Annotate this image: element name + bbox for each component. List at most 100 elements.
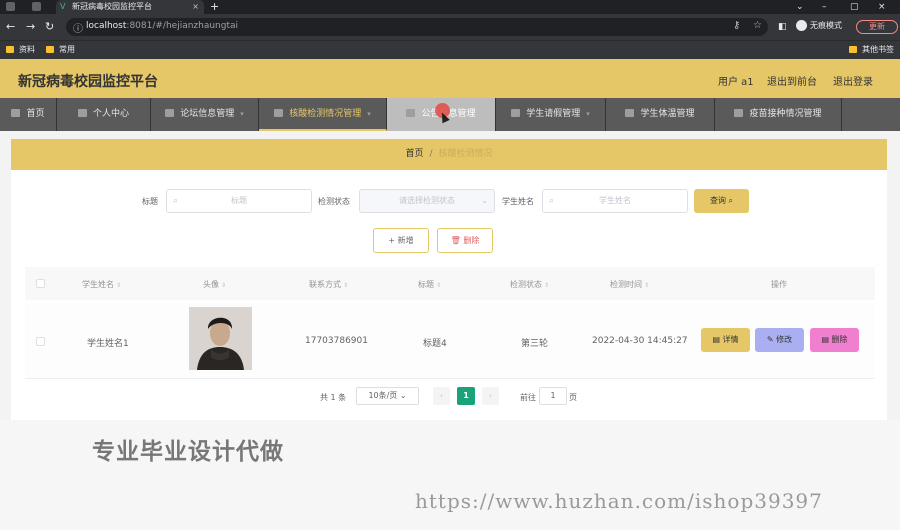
edit-button[interactable]: ✎ 修改 xyxy=(755,328,804,352)
title-search-input[interactable]: ⌕ 标题 xyxy=(166,189,312,213)
student-avatar xyxy=(189,307,252,370)
new-tab-button[interactable]: + xyxy=(210,0,219,14)
nav-item-profile[interactable]: 个人中心 xyxy=(57,98,151,131)
bookmarks-bar: 资料 常用 其他书签 xyxy=(0,40,900,59)
chevron-down-icon: ⌄ xyxy=(399,391,407,400)
select-all-checkbox[interactable] xyxy=(36,279,45,288)
breadcrumb-current: 核酸检测情况 xyxy=(438,149,493,159)
test-icon xyxy=(274,109,284,117)
header-time[interactable]: 检测时间 ⇕ xyxy=(610,279,649,290)
nav-item-vaccine[interactable]: 疫苗接种情况管理 xyxy=(715,98,842,131)
chevron-down-icon: ▾ xyxy=(586,110,590,118)
nav-item-forum[interactable]: 论坛信息管理 ▾ xyxy=(151,98,259,131)
forward-icon[interactable]: → xyxy=(26,20,35,34)
row-delete-button[interactable]: ▤ 删除 xyxy=(810,328,859,352)
forum-icon xyxy=(165,109,175,117)
incognito-indicator[interactable]: 无痕模式 xyxy=(796,20,842,31)
url-text: localhost:8081/#/hejianzhaungtai xyxy=(86,21,239,31)
chrome-menu-icon[interactable] xyxy=(6,2,15,11)
cell-title: 标题4 xyxy=(423,339,447,349)
cell-phone: 17703786901 xyxy=(305,336,368,346)
status-select[interactable]: 请选择检测状态 ⌄ xyxy=(359,189,495,213)
sort-icon: ⇕ xyxy=(221,282,227,289)
chevron-down-icon: ▾ xyxy=(367,110,371,118)
sort-icon: ⇕ xyxy=(436,282,442,289)
tab-list-icon[interactable]: ⌄ xyxy=(796,0,804,14)
header-title[interactable]: 标题 ⇕ xyxy=(418,279,441,290)
sort-icon: ⇕ xyxy=(116,282,122,289)
bookmark-star-icon[interactable]: ☆ xyxy=(753,20,762,31)
name-search-input[interactable]: ⌕ 学生姓名 xyxy=(542,189,688,213)
address-bar[interactable]: ⓘ localhost:8081/#/hejianzhaungtai ⚷ ☆ xyxy=(66,18,768,36)
chevron-down-icon: ⌄ xyxy=(481,196,488,205)
maximize-icon[interactable]: ▢ xyxy=(850,0,859,14)
minimize-icon[interactable]: – xyxy=(822,0,827,14)
user-icon xyxy=(77,109,87,117)
breadcrumb-home[interactable]: 首页 xyxy=(405,149,423,159)
browser-tab-bar: V 新冠病毒校园监控平台 × + ⌄ – ▢ × xyxy=(0,0,900,14)
nav-item-home[interactable]: 首页 xyxy=(0,98,57,131)
home-icon xyxy=(11,109,21,117)
page-suffix: 页 xyxy=(569,393,577,402)
search-icon: ⌕ xyxy=(549,196,555,206)
pagination-total: 共 1 条 xyxy=(320,393,347,402)
back-icon[interactable]: ← xyxy=(6,20,15,34)
table-header xyxy=(25,267,875,300)
close-tab-icon[interactable]: × xyxy=(192,0,199,14)
side-panel-icon[interactable]: ◧ xyxy=(778,20,787,34)
row-checkbox[interactable] xyxy=(36,337,45,346)
app-title: 新冠病毒校园监控平台 xyxy=(18,74,158,90)
avatar-photo xyxy=(189,307,252,370)
browser-toolbar: ← → ↻ ⓘ localhost:8081/#/hejianzhaungtai… xyxy=(0,14,900,40)
next-page-button[interactable]: › xyxy=(482,387,499,405)
back-to-front-link[interactable]: 退出到前台 xyxy=(767,73,817,88)
sort-icon: ⇕ xyxy=(544,282,550,289)
folder-icon xyxy=(46,46,54,53)
other-bookmarks[interactable]: 其他书签 xyxy=(849,44,894,56)
main-nav: 首页 个人中心 论坛信息管理▾ 核酸检测情况管理▾ 公告信息管理 学生请假管理▾… xyxy=(0,98,900,131)
header-actions: 操作 xyxy=(771,280,787,289)
page-number-current[interactable]: 1 xyxy=(457,387,475,405)
goto-page-input[interactable]: 1 xyxy=(539,387,567,405)
breadcrumb: 首页 / 核酸检测情况 xyxy=(11,139,887,170)
page-size-select[interactable]: 10条/页 ⌄ xyxy=(356,387,419,405)
add-button[interactable]: + 新增 xyxy=(373,228,429,253)
header-status[interactable]: 检测状态 ⇕ xyxy=(510,279,549,290)
nav-item-nucleic-test[interactable]: 核酸检测情况管理 ▾ xyxy=(259,98,387,131)
update-button[interactable]: 更新 xyxy=(856,20,898,34)
detail-button[interactable]: ▤ 详情 xyxy=(701,328,750,352)
goto-label: 前往 xyxy=(520,393,536,402)
cell-student-name: 学生姓名1 xyxy=(87,339,129,349)
folder-icon xyxy=(849,46,857,53)
sort-icon: ⇕ xyxy=(343,282,349,289)
folder-icon xyxy=(6,46,14,53)
nav-item-leave[interactable]: 学生请假管理 ▾ xyxy=(496,98,606,131)
reload-icon[interactable]: ↻ xyxy=(45,20,54,34)
header-avatar[interactable]: 头像 ⇕ xyxy=(203,279,226,290)
name-filter-label: 学生姓名 xyxy=(502,197,534,206)
thermometer-icon xyxy=(625,109,635,117)
key-icon[interactable]: ⚷ xyxy=(733,20,740,31)
browser-tab-title: 新冠病毒校园监控平台 xyxy=(72,2,152,11)
vaccine-icon xyxy=(734,109,744,117)
browser-tab[interactable]: V 新冠病毒校园监控平台 × xyxy=(56,0,204,14)
logout-link[interactable]: 退出登录 xyxy=(833,73,873,88)
edit-icon: ✎ xyxy=(766,335,774,344)
tab-search-icon[interactable] xyxy=(32,2,41,11)
trash-icon: ▤ xyxy=(821,335,829,344)
watermark-text: https://www.huzhan.com/ishop39397 xyxy=(415,489,823,513)
header-student-name[interactable]: 学生姓名 ⇕ xyxy=(82,279,121,290)
incognito-icon xyxy=(796,20,807,31)
batch-delete-button[interactable]: 🗑 删除 xyxy=(437,228,493,253)
query-button[interactable]: 查询 ⌕ xyxy=(694,189,749,213)
prev-page-button[interactable]: ‹ xyxy=(433,387,450,405)
bookmark-folder-1[interactable]: 资料 xyxy=(6,44,35,56)
site-info-icon[interactable]: ⓘ xyxy=(73,20,83,35)
promo-overlay-text: 专业毕业设计代做 xyxy=(92,439,284,465)
trash-icon: 🗑 xyxy=(450,236,461,245)
nav-item-temperature[interactable]: 学生体温管理 xyxy=(606,98,715,131)
bookmark-folder-2[interactable]: 常用 xyxy=(46,44,75,56)
header-phone[interactable]: 联系方式 ⇕ xyxy=(309,279,348,290)
window-close-icon[interactable]: × xyxy=(878,0,886,14)
cell-time: 2022-04-30 14:45:27 xyxy=(592,336,688,346)
